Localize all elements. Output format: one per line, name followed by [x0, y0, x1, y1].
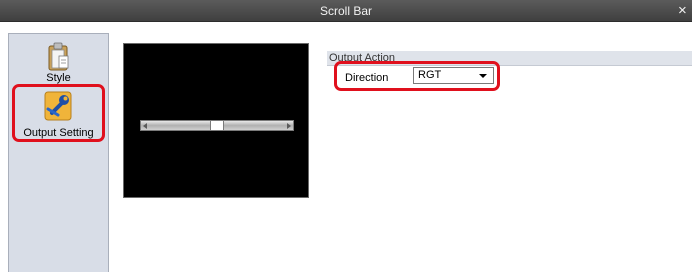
sidebar: Style Output Setting — [8, 33, 109, 272]
output-action-title: Output Action — [329, 52, 396, 64]
chevron-down-icon — [479, 74, 487, 78]
scroll-bar-preview — [123, 43, 309, 198]
wrench-icon — [44, 91, 72, 121]
output-action-header: Output Action — [327, 51, 692, 66]
clipboard-icon — [48, 42, 69, 71]
direction-dropdown[interactable]: RGT — [413, 67, 494, 84]
scroll-bar-dialog: Scroll Bar × Style Output Setting Output… — [0, 0, 692, 272]
direction-label: Direction — [345, 72, 389, 84]
right-arrow-icon — [287, 123, 291, 129]
preview-scrollbar-thumb — [210, 120, 224, 131]
direction-value: RGT — [418, 69, 442, 81]
close-icon[interactable]: × — [678, 0, 692, 22]
left-arrow-icon — [143, 123, 147, 129]
title-bar: Scroll Bar × — [0, 0, 692, 22]
sidebar-item-label: Style — [46, 72, 71, 84]
sidebar-item-label: Output Setting — [23, 127, 94, 139]
window-title: Scroll Bar — [319, 4, 372, 18]
sidebar-item-style[interactable]: Style — [9, 39, 108, 91]
preview-scrollbar-track — [140, 120, 294, 131]
sidebar-item-output-setting[interactable]: Output Setting — [9, 87, 108, 143]
